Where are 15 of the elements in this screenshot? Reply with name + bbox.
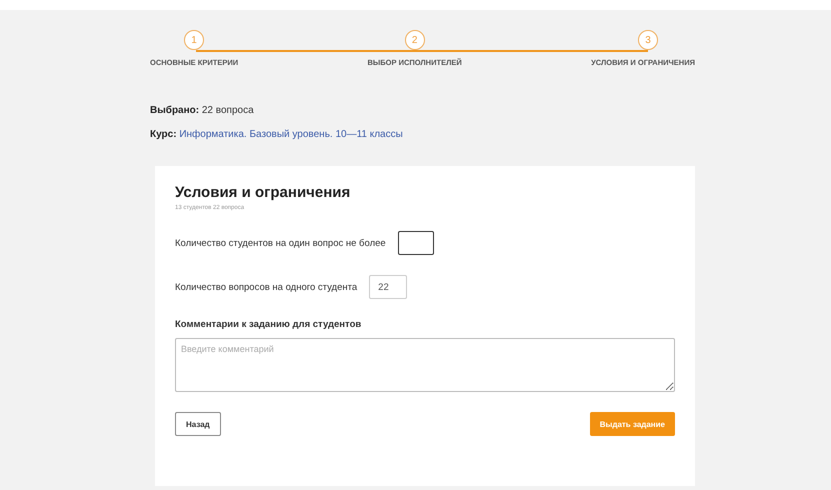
comment-field[interactable]: Введите комментарий <box>175 338 675 392</box>
card-title: Условия и ограничения <box>175 184 352 201</box>
step-number: 3 <box>638 30 658 50</box>
number-field[interactable] <box>398 231 434 255</box>
step-number: 2 <box>404 30 425 50</box>
course-link[interactable]: Информатика. Базовый уровень. 10—11 классы <box>179 129 403 140</box>
selected-label: Выбрано: <box>150 105 200 116</box>
selected-value: 22 вопроса <box>202 105 254 116</box>
number-field[interactable]: 22 <box>369 275 408 299</box>
step-number: 1 <box>184 30 204 50</box>
back-button[interactable]: Назад <box>175 412 221 436</box>
course-label: Курс: <box>150 129 177 140</box>
comment-label: Комментарии к заданию для студентов <box>175 319 362 330</box>
field-label: Количество студентов на один вопрос не более <box>175 238 386 248</box>
field-label: Количество вопросов на одного студента <box>175 282 358 292</box>
